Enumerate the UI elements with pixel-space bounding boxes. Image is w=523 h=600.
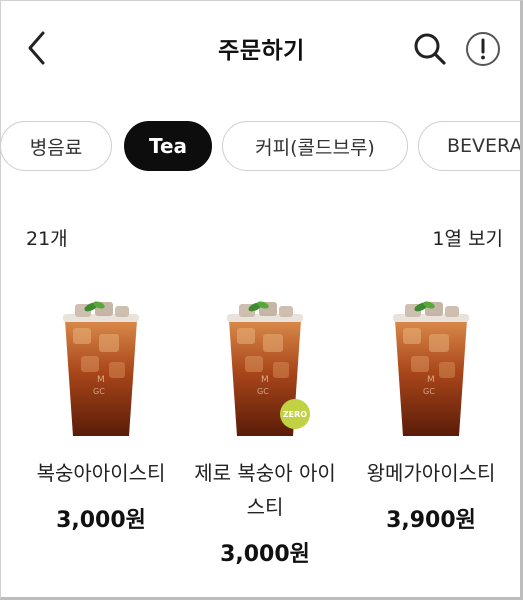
product-price: 3,000원: [56, 508, 146, 533]
svg-text:M: M: [261, 375, 269, 385]
category-tab-beverage[interactable]: BEVERA: [418, 121, 523, 171]
product-name: 왕메가아이스티: [366, 461, 496, 485]
app-header: 주문하기: [0, 0, 523, 100]
item-count: 21개: [26, 228, 68, 250]
product-price: 3,000원: [220, 542, 310, 567]
iced-tea-image: M GC: [63, 301, 139, 436]
svg-text:GC: GC: [423, 387, 435, 396]
info-icon: [466, 32, 500, 66]
category-tabs: 병음료 Tea 커피(콜드브루) BEVERA: [0, 121, 523, 173]
svg-text:GC: GC: [93, 387, 105, 396]
category-tab-bottled-drinks[interactable]: 병음료: [0, 121, 112, 171]
product-card[interactable]: M GC 복숭아아이스티 3,000원: [16, 290, 186, 534]
search-icon: [414, 33, 446, 65]
iced-tea-image: M GC: [393, 301, 469, 436]
svg-text:GC: GC: [257, 387, 269, 396]
category-tab-coffee-cold-brew[interactable]: 커피(콜드브루): [222, 121, 408, 171]
svg-text:M: M: [97, 375, 105, 385]
product-price: 3,900원: [386, 508, 476, 533]
view-mode-toggle[interactable]: 1열 보기: [432, 224, 503, 251]
zero-badge: ZERO: [280, 399, 310, 429]
product-name: 제로 복숭아 아이스티: [194, 461, 336, 519]
product-card[interactable]: M GC ZERO 제로 복숭아 아이스티 3,000원: [180, 290, 350, 568]
svg-text:M: M: [427, 375, 435, 385]
search-button[interactable]: [412, 31, 448, 67]
category-tab-tea[interactable]: Tea: [124, 121, 212, 171]
product-name: 복숭아아이스티: [36, 461, 166, 485]
product-card[interactable]: M GC 왕메가아이스티 3,900원: [346, 290, 516, 534]
info-button[interactable]: [465, 31, 501, 67]
